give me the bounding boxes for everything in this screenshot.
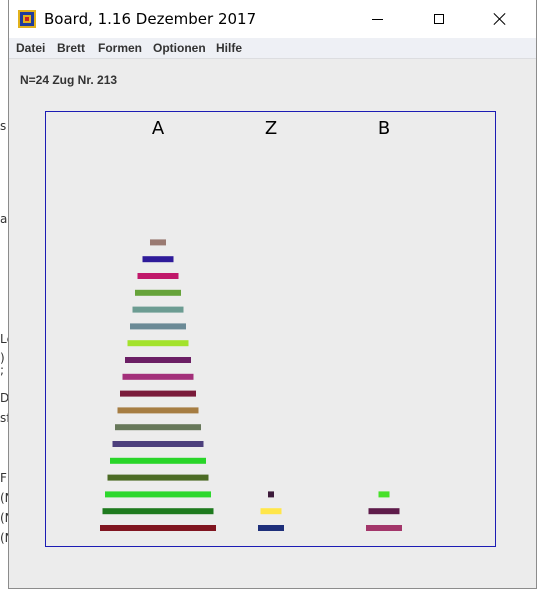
close-icon [494, 13, 506, 25]
disk-a-13[interactable] [127, 340, 189, 347]
disk-a-12[interactable] [130, 323, 186, 330]
board-canvas: AZB [100, 118, 402, 531]
disk-a-10[interactable] [135, 289, 181, 296]
background-text-fragment: ) ; [0, 352, 5, 376]
menu-brett[interactable]: Brett [57, 41, 85, 55]
background-text-fragment: (N [0, 512, 8, 524]
peg-label-b: B [378, 118, 390, 139]
disk-a-23[interactable] [102, 508, 214, 515]
app-icon [18, 10, 36, 28]
disk-a-4[interactable] [150, 239, 166, 246]
disk-a-22[interactable] [105, 491, 211, 498]
board-panel[interactable]: AZB [45, 111, 496, 547]
board-window: Board, 1.16 Dezember 2017 Datei Brett Fo… [8, 0, 537, 589]
disk-a-24[interactable] [100, 525, 216, 531]
menu-datei[interactable]: Datei [16, 41, 45, 55]
background-text-fragment: Lc [0, 333, 8, 345]
background-text-fragment: s [0, 120, 7, 132]
maximize-button[interactable] [416, 0, 462, 38]
move-status: N=24 Zug Nr. 213 [20, 73, 118, 87]
disk-a-20[interactable] [110, 457, 206, 464]
disk-z-6[interactable] [258, 525, 284, 531]
menu-optionen[interactable]: Optionen [153, 41, 206, 55]
close-button[interactable] [477, 0, 523, 38]
minimize-button[interactable] [354, 0, 400, 38]
background-text-fragment: ar [0, 213, 8, 225]
peg-label-a: A [152, 118, 165, 139]
window-title: Board, 1.16 Dezember 2017 [44, 10, 257, 28]
disk-a-15[interactable] [122, 373, 194, 380]
disk-a-19[interactable] [112, 441, 204, 447]
menu-hilfe[interactable]: Hilfe [216, 41, 242, 55]
disk-a-18[interactable] [115, 424, 201, 431]
disk-z-2[interactable] [268, 491, 274, 498]
title-bar[interactable]: Board, 1.16 Dezember 2017 [9, 0, 536, 38]
menu-bar: Datei Brett Formen Optionen Hilfe [9, 38, 536, 59]
background-text-fragment: F [0, 472, 7, 484]
disk-b-8[interactable] [366, 525, 402, 531]
disk-a-17[interactable] [117, 407, 199, 414]
maximize-icon [434, 14, 444, 24]
background-text-fragment: sf [0, 412, 8, 424]
disk-b-3[interactable] [378, 491, 390, 498]
background-text-fragment: (N [0, 492, 8, 504]
background-text-fragment: (N [0, 532, 8, 544]
disk-a-14[interactable] [125, 357, 191, 363]
menu-formen[interactable]: Formen [98, 41, 142, 55]
disk-z-5[interactable] [260, 508, 282, 515]
disk-a-16[interactable] [120, 390, 196, 397]
disk-a-9[interactable] [137, 273, 179, 279]
disk-a-21[interactable] [107, 474, 209, 481]
disk-b-7[interactable] [368, 508, 400, 515]
peg-label-z: Z [265, 118, 277, 139]
disk-a-11[interactable] [132, 306, 184, 313]
minimize-icon [371, 18, 383, 20]
background-text-fragment: D: [0, 392, 8, 404]
disk-a-7[interactable] [142, 256, 174, 263]
